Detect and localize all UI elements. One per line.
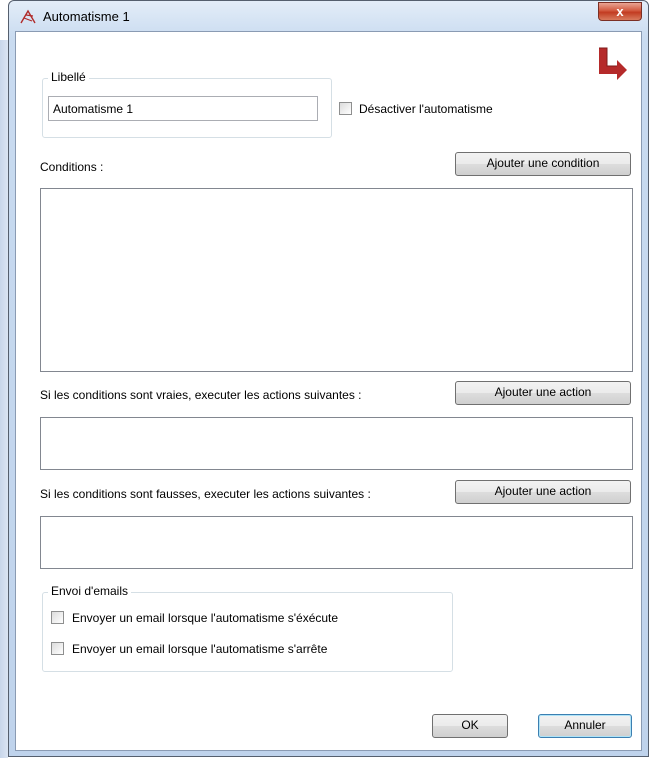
add-false-action-button[interactable]: Ajouter une action	[455, 480, 631, 504]
close-icon: x	[616, 4, 624, 19]
ok-button[interactable]: OK	[432, 714, 508, 738]
automation-icon	[20, 9, 36, 24]
dialog-window: Automatisme 1 x Libellé Désactiver l'aut…	[8, 0, 649, 757]
disable-checkbox-label: Désactiver l'automatisme	[359, 102, 493, 116]
conditions-list[interactable]	[40, 188, 633, 372]
conditions-label: Conditions :	[40, 160, 104, 174]
emails-group	[42, 592, 453, 672]
true-actions-label: Si les conditions sont vraies, executer …	[40, 388, 362, 402]
title-bar[interactable]: Automatisme 1 x	[9, 1, 648, 31]
window-title: Automatisme 1	[43, 9, 130, 24]
email-on-run-label: Envoyer un email lorsque l'automatisme s…	[72, 611, 339, 625]
dialog-content: Libellé Désactiver l'automatisme Conditi…	[15, 31, 642, 751]
email-on-stop-checkbox[interactable]	[51, 642, 64, 655]
disable-checkbox[interactable]	[339, 102, 352, 115]
background-strip	[0, 40, 8, 758]
true-actions-list[interactable]	[40, 417, 633, 470]
close-button[interactable]: x	[598, 2, 642, 21]
email-on-stop-label: Envoyer un email lorsque l'automatisme s…	[72, 642, 328, 656]
cancel-button[interactable]: Annuler	[538, 714, 632, 738]
add-condition-button[interactable]: Ajouter une condition	[455, 152, 631, 176]
false-actions-list[interactable]	[40, 516, 633, 569]
emails-legend: Envoi d'emails	[48, 584, 131, 598]
email-on-run-checkbox[interactable]	[51, 611, 64, 624]
red-arrow-logo-icon	[599, 47, 627, 80]
false-actions-label: Si les conditions sont fausses, executer…	[40, 487, 371, 501]
add-true-action-button[interactable]: Ajouter une action	[455, 381, 631, 405]
libelle-input[interactable]	[48, 96, 318, 121]
libelle-legend: Libellé	[48, 70, 89, 84]
